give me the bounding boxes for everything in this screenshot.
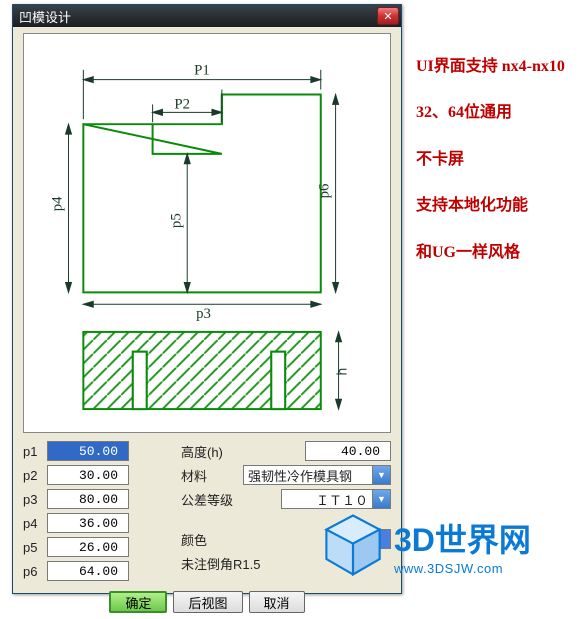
- ok-button[interactable]: 确定: [109, 591, 167, 613]
- color-label: 颜色: [181, 530, 239, 549]
- form-area: p1 p2 p3 p4 p5 p6 高度(h) 材料 强韧性冷作模具钢 ▼ 公差…: [13, 437, 401, 587]
- tolerance-value: ＩＴ１０: [282, 490, 372, 509]
- material-value: 强韧性冷作模具钢: [244, 466, 372, 485]
- p3-input[interactable]: [47, 489, 129, 509]
- die-design-dialog: 凹模设计 ✕: [12, 4, 402, 594]
- note-line: UI界面支持 nx4-nx10: [416, 56, 565, 78]
- color-swatch[interactable]: [351, 529, 391, 549]
- p1-input[interactable]: [47, 441, 129, 461]
- side-notes: UI界面支持 nx4-nx10 32、64位通用 不卡屏 支持本地化功能 和UG…: [416, 56, 565, 288]
- chamfer-label: 未注倒角R1.5: [181, 554, 260, 573]
- p1-label: p1: [23, 444, 43, 459]
- dropdown-icon: ▼: [372, 490, 390, 508]
- tolerance-select[interactable]: ＩＴ１０ ▼: [281, 489, 391, 509]
- p2-input[interactable]: [47, 465, 129, 485]
- diagram-svg: P1 P2 p3 p4 p5 p6: [24, 34, 390, 432]
- p6-label: p6: [23, 564, 43, 579]
- height-label: 高度(h): [181, 442, 239, 461]
- p5-input[interactable]: [47, 537, 129, 557]
- close-button[interactable]: ✕: [377, 7, 399, 25]
- note-line: 32、64位通用: [416, 102, 565, 124]
- note-line: 支持本地化功能: [416, 195, 565, 217]
- preview-area: P1 P2 p3 p4 p5 p6: [23, 33, 391, 433]
- dim-P1: P1: [194, 63, 210, 79]
- dropdown-icon: ▼: [372, 466, 390, 484]
- p3-label: p3: [23, 492, 43, 507]
- dim-p3: p3: [196, 306, 211, 322]
- note-line: 不卡屏: [416, 149, 565, 171]
- watermark-sub: www.3DSJW.com: [394, 561, 531, 576]
- p5-label: p5: [23, 540, 43, 555]
- titlebar[interactable]: 凹模设计 ✕: [13, 5, 401, 27]
- dim-P2: P2: [174, 96, 190, 112]
- p2-label: p2: [23, 468, 43, 483]
- tolerance-label: 公差等级: [181, 490, 239, 509]
- material-select[interactable]: 强韧性冷作模具钢 ▼: [243, 465, 391, 485]
- note-line: 和UG一样风格: [416, 242, 565, 264]
- dim-p4: p4: [50, 196, 66, 211]
- close-icon: ✕: [383, 10, 392, 23]
- cancel-button[interactable]: 取消: [249, 591, 305, 613]
- button-row: 确定 后视图 取消: [13, 587, 401, 619]
- watermark-main: 3D世界网: [394, 515, 531, 561]
- height-input[interactable]: [305, 441, 391, 461]
- p4-input[interactable]: [47, 513, 129, 533]
- dim-p5: p5: [168, 213, 184, 228]
- backview-button[interactable]: 后视图: [173, 591, 242, 613]
- material-label: 材料: [181, 466, 239, 485]
- dim-p6: p6: [317, 184, 333, 199]
- dialog-title: 凹模设计: [19, 7, 377, 26]
- dim-h: h: [333, 368, 349, 376]
- p6-input[interactable]: [47, 561, 129, 581]
- p4-label: p4: [23, 516, 43, 531]
